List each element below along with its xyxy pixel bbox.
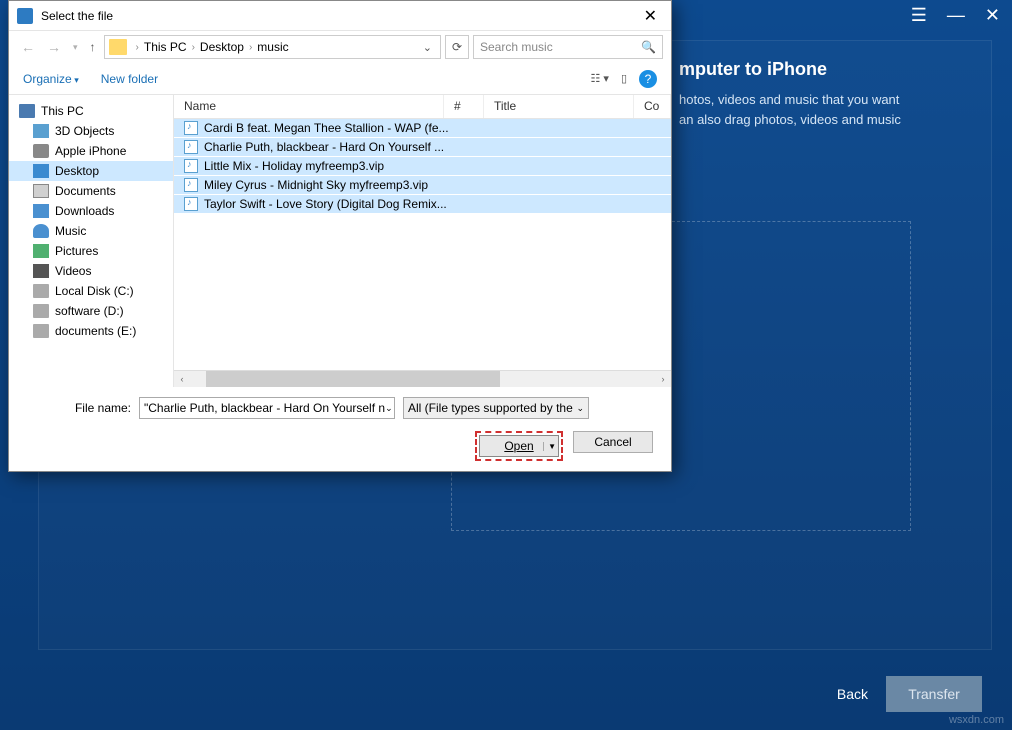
tree-item[interactable]: Documents <box>9 181 173 201</box>
dialog-toolbar: Organize New folder ☷ ▾ ▯ ? <box>9 63 671 95</box>
chevron-right-icon: › <box>133 42 142 53</box>
chevron-right-icon: › <box>189 42 198 53</box>
dialog-titlebar: Select the file ✕ <box>9 1 671 31</box>
audio-file-icon <box>184 121 198 135</box>
transfer-button[interactable]: Transfer <box>886 676 982 712</box>
view-options-button[interactable]: ☷ ▾ <box>590 72 608 85</box>
back-arrow-icon[interactable]: ← <box>17 39 39 55</box>
organize-button[interactable]: Organize <box>23 72 79 86</box>
open-button-highlight: Open ▼ <box>475 431 563 461</box>
dialog-footer: File name: "Charlie Puth, blackbear - Ha… <box>9 387 671 471</box>
ic-music-icon <box>33 224 49 238</box>
ic-disk-icon <box>33 304 49 318</box>
scroll-left-icon[interactable]: ‹ <box>174 371 190 387</box>
tree-item[interactable]: 3D Objects <box>9 121 173 141</box>
help-icon[interactable]: ? <box>639 70 657 88</box>
file-area: Name # Title Co Cardi B feat. Megan Thee… <box>174 95 671 387</box>
file-list-header[interactable]: Name # Title Co <box>174 95 671 119</box>
tree-item[interactable]: software (D:) <box>9 301 173 321</box>
audio-file-icon <box>184 140 198 154</box>
search-input[interactable]: Search music 🔍 <box>473 35 663 59</box>
minimize-icon[interactable]: — <box>947 5 965 26</box>
preview-pane-button[interactable]: ▯ <box>621 72 627 85</box>
back-button[interactable]: Back <box>837 686 868 702</box>
app-close-icon[interactable]: ✕ <box>985 5 1000 26</box>
dialog-nav: ← → ▾ ↑ › This PC › Desktop › music ⌄ ⟳ … <box>9 31 671 63</box>
tree-item[interactable]: Music <box>9 221 173 241</box>
breadcrumb-item[interactable]: Desktop <box>200 40 244 54</box>
refresh-icon[interactable]: ⟳ <box>445 35 469 59</box>
list-icon[interactable]: ☰ <box>911 5 927 26</box>
filename-label: File name: <box>23 401 131 415</box>
cancel-button[interactable]: Cancel <box>573 431 653 453</box>
close-icon[interactable]: ✕ <box>638 6 663 26</box>
column-name[interactable]: Name <box>174 95 444 118</box>
tree-item[interactable]: This PC <box>9 101 173 121</box>
audio-file-icon <box>184 159 198 173</box>
open-dropdown-icon[interactable]: ▼ <box>543 442 556 451</box>
tree-item[interactable]: Pictures <box>9 241 173 261</box>
chevron-down-icon[interactable]: ⌄ <box>423 41 436 54</box>
breadcrumb-item[interactable]: music <box>257 40 288 54</box>
tree-item[interactable]: Videos <box>9 261 173 281</box>
search-icon: 🔍 <box>641 40 656 54</box>
audio-file-icon <box>184 178 198 192</box>
ic-down-icon <box>33 204 49 218</box>
folder-icon <box>109 39 127 55</box>
tree-item[interactable]: Local Disk (C:) <box>9 281 173 301</box>
folder-tree[interactable]: This PC3D ObjectsApple iPhoneDesktopDocu… <box>9 95 174 387</box>
ic-desktop-icon <box>33 164 49 178</box>
tree-item[interactable]: Downloads <box>9 201 173 221</box>
breadcrumb-item[interactable]: This PC <box>144 40 187 54</box>
bottom-bar: Back Transfer <box>837 676 982 712</box>
new-folder-button[interactable]: New folder <box>101 72 158 86</box>
tree-item[interactable]: documents (E:) <box>9 321 173 341</box>
breadcrumb[interactable]: › This PC › Desktop › music ⌄ <box>104 35 441 59</box>
ic-pc-icon <box>19 104 35 118</box>
file-type-filter[interactable]: All (File types supported by the⌄ <box>403 397 589 419</box>
file-row[interactable]: Little Mix - Holiday myfreemp3.vip <box>174 157 671 176</box>
forward-arrow-icon: → <box>43 39 65 55</box>
dialog-title: Select the file <box>41 9 638 23</box>
dialog-body: This PC3D ObjectsApple iPhoneDesktopDocu… <box>9 95 671 387</box>
horizontal-scrollbar[interactable]: ‹ › <box>174 370 671 387</box>
open-button[interactable]: Open ▼ <box>479 435 559 457</box>
watermark: wsxdn.com <box>949 714 1004 726</box>
scroll-right-icon[interactable]: › <box>655 371 671 387</box>
recent-dropdown-icon[interactable]: ▾ <box>69 42 82 53</box>
scrollbar-thumb[interactable] <box>206 371 500 387</box>
filename-input[interactable]: "Charlie Puth, blackbear - Hard On Yours… <box>139 397 395 419</box>
up-arrow-icon[interactable]: ↑ <box>86 40 100 54</box>
dialog-app-icon <box>17 8 33 24</box>
file-dialog: Select the file ✕ ← → ▾ ↑ › This PC › De… <box>8 0 672 472</box>
column-title[interactable]: Title <box>484 95 634 118</box>
search-placeholder: Search music <box>480 40 553 54</box>
column-contributing[interactable]: Co <box>634 95 671 118</box>
ic-phone-icon <box>33 144 49 158</box>
audio-file-icon <box>184 197 198 211</box>
tree-item[interactable]: Apple iPhone <box>9 141 173 161</box>
ic-disk-icon <box>33 324 49 338</box>
ic-disk-icon <box>33 284 49 298</box>
column-number[interactable]: # <box>444 95 484 118</box>
ic-vid-icon <box>33 264 49 278</box>
file-row[interactable]: Taylor Swift - Love Story (Digital Dog R… <box>174 195 671 214</box>
file-row[interactable]: Miley Cyrus - Midnight Sky myfreemp3.vip <box>174 176 671 195</box>
file-list[interactable]: Cardi B feat. Megan Thee Stallion - WAP … <box>174 119 671 370</box>
file-row[interactable]: Charlie Puth, blackbear - Hard On Yourse… <box>174 138 671 157</box>
file-row[interactable]: Cardi B feat. Megan Thee Stallion - WAP … <box>174 119 671 138</box>
tree-item[interactable]: Desktop <box>9 161 173 181</box>
chevron-right-icon: › <box>246 42 255 53</box>
ic-3d-icon <box>33 124 49 138</box>
ic-pic-icon <box>33 244 49 258</box>
ic-doc-icon <box>33 184 49 198</box>
